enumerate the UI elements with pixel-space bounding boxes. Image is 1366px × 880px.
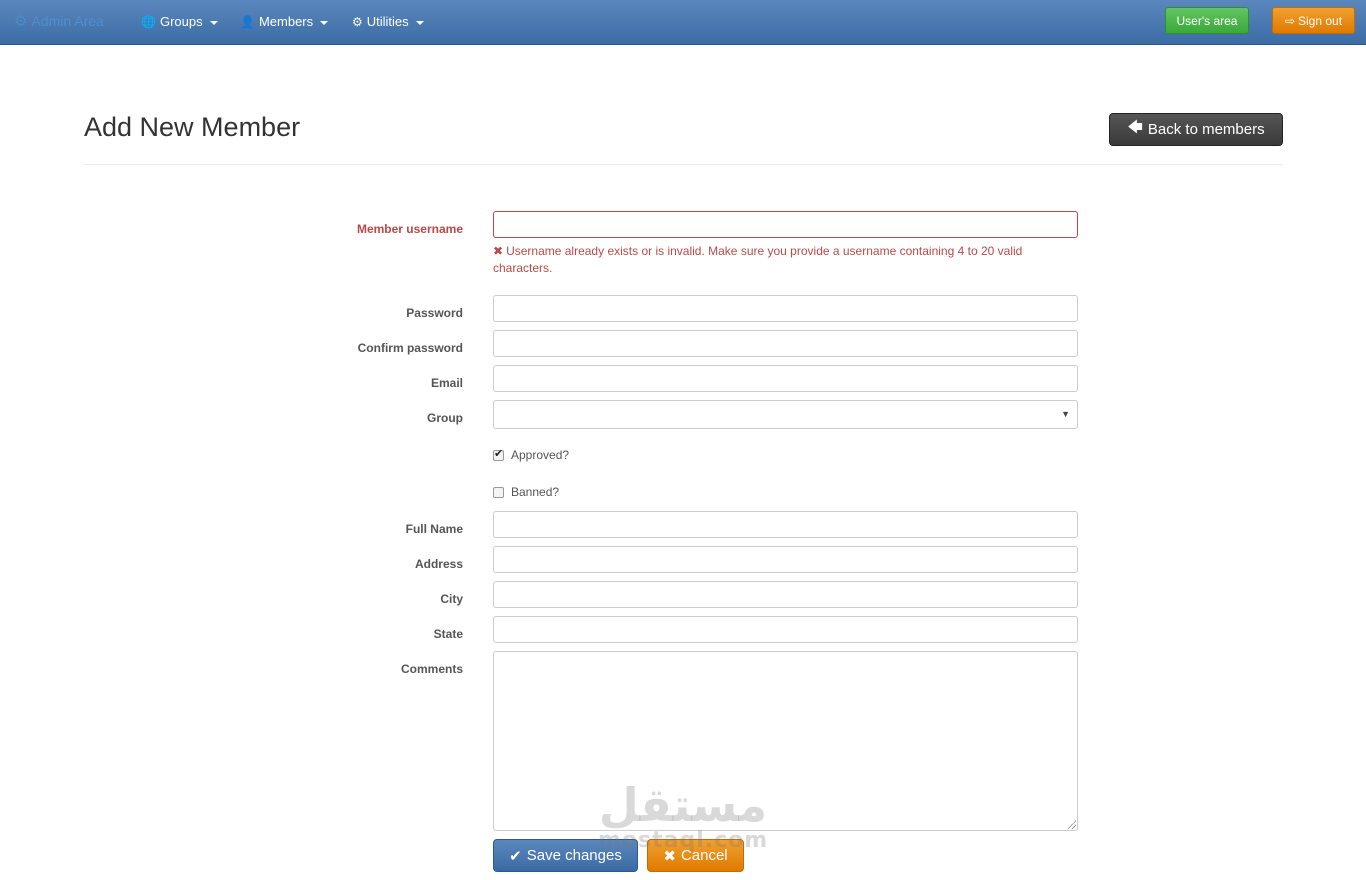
- save-changes-label: Save changes: [526, 847, 622, 864]
- header-divider: [84, 164, 1283, 165]
- state-field[interactable]: [493, 616, 1078, 643]
- cancel-button[interactable]: ✖ Cancel: [647, 839, 744, 872]
- confirm-password-field[interactable]: [493, 330, 1078, 357]
- resize-handle[interactable]: [1067, 820, 1076, 829]
- top-navbar: ⚙ Admin Area 🌐 Groups 👤 Members ⚙ Utilit…: [0, 0, 1366, 45]
- sign-out-button[interactable]: ⇨ Sign out: [1272, 7, 1355, 34]
- address-label: Address: [414, 557, 463, 571]
- nav-groups-label: Groups: [159, 14, 203, 29]
- state-label: State: [433, 627, 463, 641]
- nav-members-dropdown[interactable]: 👤 Members: [240, 14, 329, 29]
- users-area-label: User's area: [1176, 13, 1238, 28]
- page-title: Add New Member: [84, 112, 301, 142]
- approved-label: Approved?: [511, 448, 570, 462]
- users-area-button[interactable]: User's area: [1165, 7, 1249, 34]
- city-label: City: [440, 592, 463, 606]
- username-error-text: Username already exists or is invalid. M…: [493, 244, 1023, 275]
- city-field[interactable]: [493, 581, 1078, 608]
- approved-checkbox[interactable]: ✔: [493, 447, 504, 461]
- banned-checkbox[interactable]: [493, 486, 504, 498]
- back-to-members-label: Back to members: [1147, 121, 1265, 138]
- globe-icon: 🌐: [141, 14, 156, 29]
- group-label: Group: [427, 411, 463, 425]
- username-field[interactable]: [493, 211, 1078, 238]
- back-to-members-button[interactable]: 🡄 Back to members: [1109, 113, 1283, 146]
- user-icon: 👤: [240, 14, 255, 29]
- comments-textarea[interactable]: [493, 651, 1078, 831]
- check-icon: ✔: [509, 847, 522, 865]
- group-select[interactable]: ▼: [493, 400, 1078, 429]
- sign-out-label: Sign out: [1298, 13, 1343, 28]
- arrow-left-icon: 🡄: [1127, 119, 1143, 136]
- save-changes-button[interactable]: ✔ Save changes: [493, 839, 638, 872]
- comments-label: Comments: [400, 662, 463, 676]
- cancel-label: Cancel: [680, 847, 728, 864]
- remove-icon: ✖: [663, 847, 676, 865]
- remove-icon: ✖: [493, 244, 504, 258]
- caret-down-icon: [320, 20, 329, 25]
- confirm-password-label: Confirm password: [357, 341, 463, 355]
- chevron-down-icon: ▼: [1061, 409, 1070, 419]
- brand-link[interactable]: ⚙ Admin Area: [14, 12, 104, 30]
- brand-label: Admin Area: [31, 13, 104, 29]
- nav-members-label: Members: [258, 14, 314, 29]
- email-field[interactable]: [493, 365, 1078, 392]
- email-label: Email: [430, 376, 463, 390]
- log-out-icon: ⇨: [1284, 13, 1295, 28]
- approved-checkbox-row[interactable]: ✔ Approved?: [493, 448, 569, 462]
- username-label: Member username: [356, 222, 463, 236]
- caret-down-icon: [209, 20, 218, 25]
- nav-utilities-label: Utilities: [366, 14, 409, 29]
- banned-checkbox-row[interactable]: Banned?: [493, 485, 559, 499]
- cog-icon: ⚙: [352, 14, 363, 29]
- check-icon: ✔: [494, 447, 504, 460]
- address-field[interactable]: [493, 546, 1078, 573]
- fullname-label: Full Name: [405, 522, 463, 536]
- cog-icon: ⚙: [14, 13, 28, 30]
- caret-down-icon: [415, 20, 424, 25]
- password-label: Password: [406, 306, 463, 320]
- fullname-field[interactable]: [493, 511, 1078, 538]
- nav-utilities-dropdown[interactable]: ⚙ Utilities: [352, 14, 424, 29]
- nav-groups-dropdown[interactable]: 🌐 Groups: [141, 14, 218, 29]
- password-field[interactable]: [493, 295, 1078, 322]
- banned-label: Banned?: [511, 485, 560, 499]
- username-error-message: ✖ Username already exists or is invalid. …: [493, 243, 1073, 277]
